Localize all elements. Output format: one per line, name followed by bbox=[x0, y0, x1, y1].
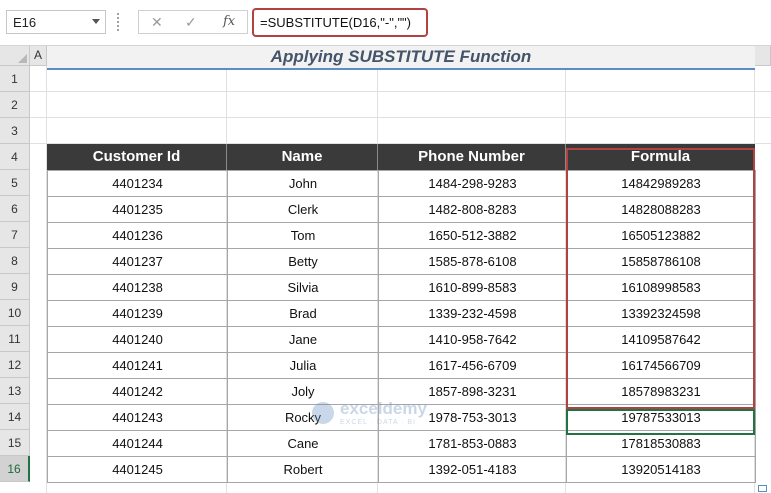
exceldemy-logo-icon bbox=[312, 402, 334, 424]
select-all-button[interactable] bbox=[0, 46, 30, 66]
row-header-4[interactable]: 4 bbox=[0, 144, 30, 170]
cell-customer-id[interactable]: 4401237 bbox=[47, 248, 228, 275]
header-formula[interactable]: Formula bbox=[566, 144, 755, 170]
cell-name[interactable]: Silvia bbox=[227, 274, 379, 301]
column-header-a[interactable]: A bbox=[30, 46, 47, 66]
cell-formula-active[interactable]: 13920514183 bbox=[566, 456, 756, 483]
row-header-8[interactable]: 8 bbox=[0, 248, 30, 274]
cell-phone[interactable]: 1484-298-9283 bbox=[378, 170, 567, 197]
watermark-name: exceldemy bbox=[340, 399, 427, 418]
insert-function-icon[interactable]: fx bbox=[223, 14, 235, 29]
cell-name[interactable]: Julia bbox=[227, 352, 379, 379]
quick-analysis-icon[interactable] bbox=[758, 485, 767, 492]
row-header-13[interactable]: 13 bbox=[0, 378, 30, 404]
cell-formula[interactable]: 19787533013 bbox=[566, 404, 756, 431]
formula-buttons: ✕ ✓ fx bbox=[138, 10, 248, 34]
cell-formula[interactable]: 14828088283 bbox=[566, 196, 756, 223]
row-header-7[interactable]: 7 bbox=[0, 222, 30, 248]
table-row: 4401237 Betty 1585-878-6108 15858786108 bbox=[47, 248, 756, 275]
cell-name[interactable]: Clerk bbox=[227, 196, 379, 223]
chevron-down-icon[interactable] bbox=[92, 19, 100, 24]
table-row: 4401245 Robert 1392-051-4183 13920514183 bbox=[47, 456, 756, 483]
cell-customer-id[interactable]: 4401240 bbox=[47, 326, 228, 353]
cell-name[interactable]: John bbox=[227, 170, 379, 197]
sheet-title[interactable]: Applying SUBSTITUTE Function bbox=[47, 46, 755, 70]
cell-customer-id[interactable]: 4401244 bbox=[47, 430, 228, 457]
data-table: 4401234 John 1484-298-9283 14842989283 4401… bbox=[47, 170, 756, 483]
cell-formula[interactable]: 18578983231 bbox=[566, 378, 756, 405]
gridline bbox=[30, 91, 771, 92]
row-header-5[interactable]: 5 bbox=[0, 170, 30, 196]
header-phone-number[interactable]: Phone Number bbox=[378, 144, 566, 170]
cell-phone[interactable]: 1610-899-8583 bbox=[378, 274, 567, 301]
exceldemy-watermark: exceldemy EXCEL · DATA · BI bbox=[312, 399, 460, 429]
cell-formula[interactable]: 14842989283 bbox=[566, 170, 756, 197]
formula-text: =SUBSTITUTE(D16,"-","") bbox=[260, 15, 412, 30]
cell-name[interactable]: Cane bbox=[227, 430, 379, 457]
table-row: 4401234 John 1484-298-9283 14842989283 bbox=[47, 170, 756, 197]
cell-formula[interactable]: 15858786108 bbox=[566, 248, 756, 275]
formula-bar: E16 ✕ ✓ fx =SUBSTITUTE(D16,"-","") bbox=[0, 0, 771, 46]
cell-phone[interactable]: 1650-512-3882 bbox=[378, 222, 567, 249]
row-header-1[interactable]: 1 bbox=[0, 66, 30, 92]
cell-phone[interactable]: 1392-051-4183 bbox=[378, 456, 567, 483]
cell-name[interactable]: Betty bbox=[227, 248, 379, 275]
cell-customer-id[interactable]: 4401245 bbox=[47, 456, 228, 483]
cell-phone[interactable]: 1482-808-8283 bbox=[378, 196, 567, 223]
row-header-2[interactable]: 2 bbox=[0, 92, 30, 118]
column-header-f[interactable] bbox=[755, 46, 771, 66]
cell-formula[interactable]: 13392324598 bbox=[566, 300, 756, 327]
cell-phone[interactable]: 1585-878-6108 bbox=[378, 248, 567, 275]
table-row: 4401241 Julia 1617-456-6709 16174566709 bbox=[47, 352, 756, 379]
name-box-value: E16 bbox=[13, 15, 37, 30]
select-all-icon bbox=[18, 54, 27, 63]
row-header-3[interactable]: 3 bbox=[0, 118, 30, 144]
cell-phone[interactable]: 1339-232-4598 bbox=[378, 300, 567, 327]
table-row: 4401239 Brad 1339-232-4598 13392324598 bbox=[47, 300, 756, 327]
cell-customer-id[interactable]: 4401234 bbox=[47, 170, 228, 197]
cell-phone[interactable]: 1410-958-7642 bbox=[378, 326, 567, 353]
cell-formula[interactable]: 16505123882 bbox=[566, 222, 756, 249]
cell-formula[interactable]: 16108998583 bbox=[566, 274, 756, 301]
header-customer-id[interactable]: Customer Id bbox=[47, 144, 227, 170]
table-row: 4401236 Tom 1650-512-3882 16505123882 bbox=[47, 222, 756, 249]
table-row: 4401235 Clerk 1482-808-8283 14828088283 bbox=[47, 196, 756, 223]
row-header-6[interactable]: 6 bbox=[0, 196, 30, 222]
cell-customer-id[interactable]: 4401238 bbox=[47, 274, 228, 301]
cell-formula[interactable]: 16174566709 bbox=[566, 352, 756, 379]
enter-icon[interactable]: ✓ bbox=[185, 14, 197, 31]
table-row: 4401240 Jane 1410-958-7642 14109587642 bbox=[47, 326, 756, 353]
cell-customer-id[interactable]: 4401243 bbox=[47, 404, 228, 431]
row-header-11[interactable]: 11 bbox=[0, 326, 30, 352]
cell-customer-id[interactable]: 4401242 bbox=[47, 378, 228, 405]
cell-name[interactable]: Robert bbox=[227, 456, 379, 483]
cell-name[interactable]: Jane bbox=[227, 326, 379, 353]
table-row: 4401244 Cane 1781-853-0883 17818530883 bbox=[47, 430, 756, 457]
row-header-9[interactable]: 9 bbox=[0, 274, 30, 300]
cell-formula[interactable]: 14109587642 bbox=[566, 326, 756, 353]
cell-formula[interactable]: 17818530883 bbox=[566, 430, 756, 457]
gridline bbox=[30, 117, 771, 118]
cell-phone[interactable]: 1781-853-0883 bbox=[378, 430, 567, 457]
row-header-10[interactable]: 10 bbox=[0, 300, 30, 326]
cell-name[interactable]: Brad bbox=[227, 300, 379, 327]
formula-input[interactable]: =SUBSTITUTE(D16,"-","") bbox=[252, 8, 428, 37]
watermark-tagline: EXCEL · DATA · BI bbox=[340, 419, 416, 426]
header-name[interactable]: Name bbox=[227, 144, 378, 170]
cell-customer-id[interactable]: 4401241 bbox=[47, 352, 228, 379]
row-header-12[interactable]: 12 bbox=[0, 352, 30, 378]
cell-phone[interactable]: 1617-456-6709 bbox=[378, 352, 567, 379]
name-box[interactable]: E16 bbox=[6, 10, 106, 34]
formula-bar-grip[interactable] bbox=[117, 13, 121, 31]
row-header-15[interactable]: 15 bbox=[0, 430, 30, 456]
cell-customer-id[interactable]: 4401235 bbox=[47, 196, 228, 223]
row-header-16[interactable]: 16 bbox=[0, 456, 30, 482]
cell-customer-id[interactable]: 4401236 bbox=[47, 222, 228, 249]
table-row: 4401238 Silvia 1610-899-8583 16108998583 bbox=[47, 274, 756, 301]
cell-customer-id[interactable]: 4401239 bbox=[47, 300, 228, 327]
cell-name[interactable]: Tom bbox=[227, 222, 379, 249]
row-header-14[interactable]: 14 bbox=[0, 404, 30, 430]
cancel-icon[interactable]: ✕ bbox=[151, 14, 163, 31]
